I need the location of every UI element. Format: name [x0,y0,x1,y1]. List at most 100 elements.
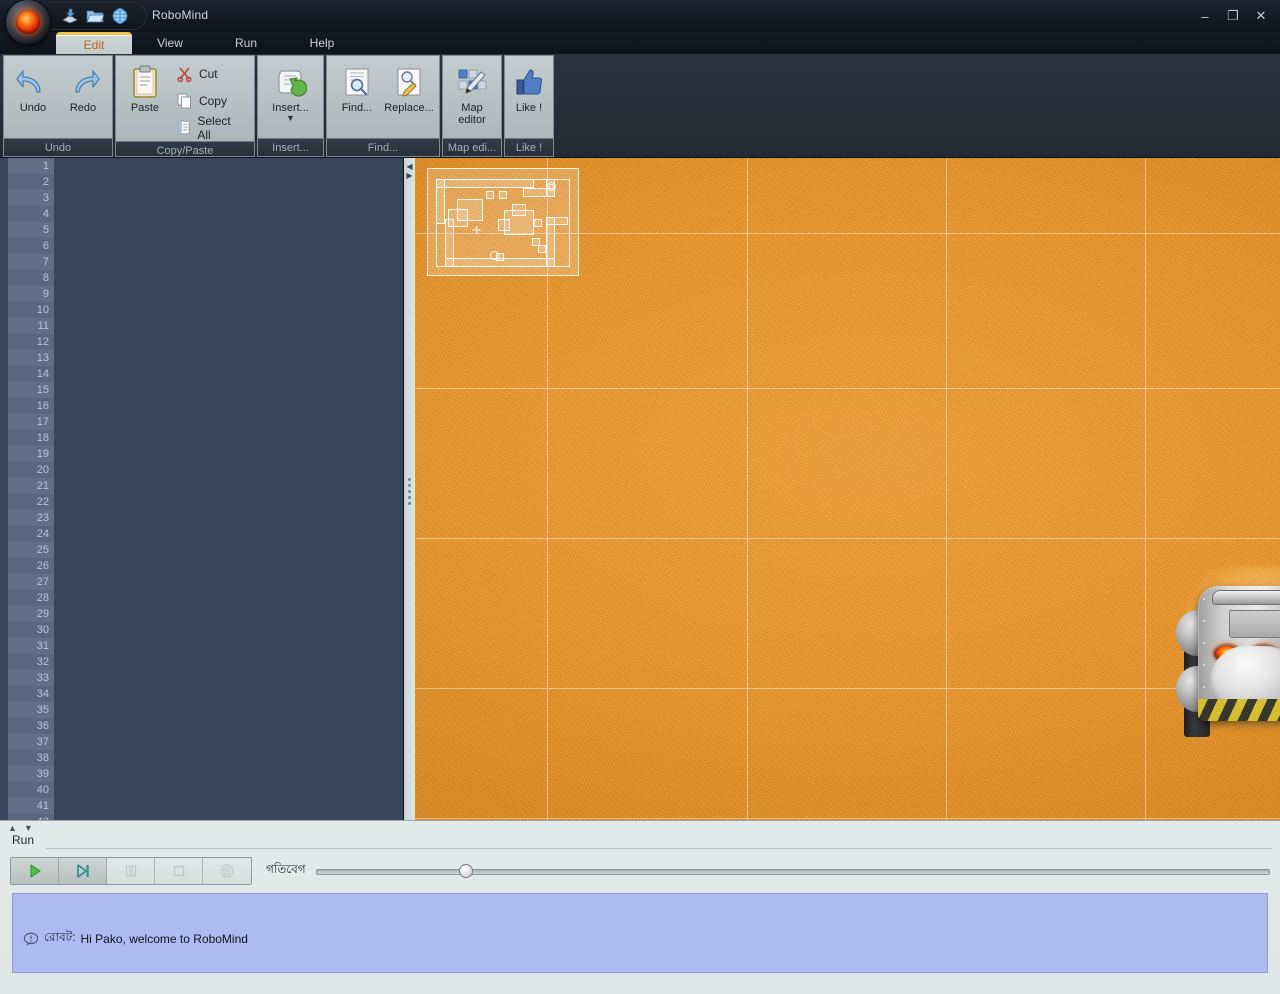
run-controls-row: গতিবেগ [10,857,1270,885]
window-controls: – ❐ ✕ [1192,4,1274,28]
copy-button[interactable]: Copy [172,87,250,114]
line-number: 7 [8,254,54,270]
line-number: 15 [8,382,54,398]
robomind-window: RoboMind – ❐ ✕ Edit View Run Help Undo R… [0,0,1280,994]
ribbon-group-find: Find... Replace... Find... [326,55,440,157]
code-text-area[interactable] [54,158,403,820]
select-all-label: Select All [197,113,231,142]
vertical-splitter[interactable]: ◀ ▶ [404,158,415,820]
line-number: 2 [42,176,49,188]
chevron-right-icon[interactable]: ▶ [406,172,412,180]
chevron-up-icon[interactable]: ▲ [8,823,17,833]
chevron-left-icon[interactable]: ◀ [406,163,412,171]
undo-button[interactable]: Undo [8,60,58,114]
line-number: 3 [8,190,54,206]
app-menu-orb[interactable] [6,0,50,44]
redo-arrow-icon [66,64,100,100]
line-number: 1 [8,158,54,174]
cut-button[interactable]: Cut [172,60,250,87]
robot-sprite[interactable] [1176,562,1280,737]
find-magnifier-icon [342,64,372,100]
pause-button[interactable] [107,858,155,884]
map-editor-button[interactable]: Map editor [447,60,497,126]
tab-edit[interactable]: Edit [56,32,132,54]
like-label: Like ! [515,102,543,114]
like-button[interactable]: Like ! [509,60,549,114]
line-number: 36 [36,720,49,732]
quick-access-toolbar [48,2,147,30]
save-icon[interactable] [60,6,80,26]
ribbon-group-copypaste: Paste Cut Copy Select All Copy/Paste [115,55,255,157]
ribbon-group-label-mapeditor: Map edi... [443,138,501,156]
line-number: 21 [8,478,54,494]
line-number: 16 [36,400,49,412]
minimize-button[interactable]: – [1192,4,1218,28]
line-number: 24 [36,528,49,540]
tab-view[interactable]: View [132,32,208,54]
ribbon-tabstrip: Edit View Run Help [0,32,1280,54]
orb-icon [6,0,50,44]
tab-run[interactable]: Run [208,32,284,54]
undo-label: Undo [19,102,47,114]
ribbon-group-label-like: Like ! [505,138,553,156]
ribbon-group-label-find: Find... [327,138,439,156]
globe-icon[interactable] [110,6,130,26]
window-title: RoboMind [152,8,209,22]
line-number: 6 [42,240,49,252]
play-triangle-icon [30,864,41,878]
line-number: 41 [8,798,54,814]
chevron-down-icon[interactable]: ▼ [286,114,295,123]
line-number: 11 [8,318,54,334]
play-button[interactable] [11,858,59,884]
chevron-down-icon[interactable]: ▼ [24,823,33,833]
restore-button[interactable]: ❐ [1220,4,1246,28]
line-number: 12 [36,336,49,348]
line-number: 22 [36,496,49,508]
redo-label: Redo [69,102,97,114]
find-button[interactable]: Find... [331,60,383,114]
line-number: 14 [36,368,49,380]
open-folder-icon[interactable] [85,6,105,26]
redo-button[interactable]: Redo [58,60,108,114]
line-number: 8 [42,272,49,284]
line-number: 27 [8,574,54,590]
speech-bubble-icon [23,932,39,946]
ribbon-group-mapeditor: Map editor Map edi... [442,55,502,157]
console-speaker: রোবট: [44,930,76,944]
minimap-overlay[interactable]: ✛ [427,168,579,276]
select-all-button[interactable]: Select All [172,113,250,142]
step-button[interactable] [59,858,107,884]
paste-button[interactable]: Paste [120,60,170,114]
line-number: 28 [36,592,49,604]
ribbon-group-label-copypaste: Copy/Paste [116,141,254,156]
line-number: 32 [36,656,49,668]
splitter-grip[interactable] [404,478,415,505]
title-bar: RoboMind – ❐ ✕ [0,0,1280,32]
map-viewport[interactable]: ✛ [415,158,1280,820]
line-number: 5 [8,222,54,238]
close-button[interactable]: ✕ [1248,4,1274,28]
ribbon-group-undo: Undo Redo Undo [3,55,113,157]
slider-thumb[interactable] [458,864,473,878]
stop-square-icon [173,865,184,877]
copy-label: Copy [198,93,227,108]
line-number: 23 [8,510,54,526]
run-panel-title: Run [12,833,35,847]
ribbon: Undo Redo Undo Paste Cut Copy Select All… [0,54,1280,158]
find-label: Find... [341,102,373,114]
console-output[interactable]: রোবট: Hi Pako, welcome to RoboMind [12,893,1268,973]
line-number: 10 [36,304,49,316]
record-button[interactable] [203,858,251,884]
splitter-collapse-arrows[interactable]: ◀ ▶ [405,163,414,180]
stop-button[interactable] [155,858,203,884]
paste-label: Paste [130,102,160,114]
record-target-icon [220,864,234,878]
insert-scroll-icon [275,64,307,100]
replace-label: Replace... [384,102,434,114]
insert-button[interactable]: Insert... ▼ [262,60,319,123]
line-number: 13 [8,350,54,366]
tab-help[interactable]: Help [284,32,360,54]
line-number: 25 [8,542,54,558]
speed-slider[interactable] [315,861,1270,881]
replace-button[interactable]: Replace... [383,60,435,114]
